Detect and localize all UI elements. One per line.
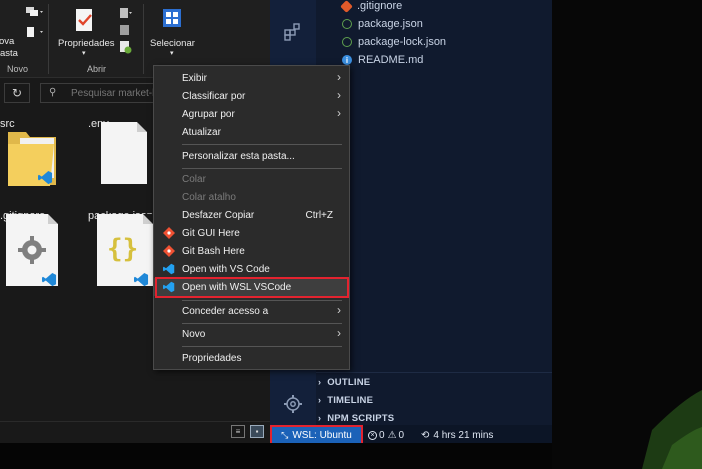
menu-separator xyxy=(182,144,342,145)
file-item-gitignore[interactable]: .gitignore xyxy=(0,210,80,305)
node-icon xyxy=(342,37,352,47)
problems-indicator[interactable]: × 0 ⚠ 0 xyxy=(368,425,404,445)
explorer-status-bar: ≡ ▪ xyxy=(0,421,270,443)
context-menu: Exibir › Classificar por › Agrupar por ›… xyxy=(153,65,350,370)
easy-access-icon[interactable] xyxy=(25,26,45,40)
desktop-background xyxy=(552,0,702,469)
menu-item-conceder-acesso[interactable]: Conceder acesso a › xyxy=(154,302,349,320)
warning-icon: ⚠ xyxy=(387,429,397,441)
tree-item-label: README.md xyxy=(358,54,424,66)
section-timeline[interactable]: › TIMELINE xyxy=(318,391,373,409)
git-icon xyxy=(163,227,175,239)
menu-item-open-vscode[interactable]: Open with VS Code xyxy=(154,260,349,278)
gear-icon xyxy=(18,236,46,264)
tree-item-label: .gitignore xyxy=(357,0,403,12)
tree-item-label: package.json xyxy=(358,18,423,30)
select-button-label[interactable]: Selecionar xyxy=(150,38,195,49)
document-icon xyxy=(101,122,147,184)
menu-item-agrupar-por[interactable]: Agrupar por › xyxy=(154,105,349,123)
remote-label: WSL: Ubuntu xyxy=(292,430,352,441)
remote-icon: ⤡ xyxy=(281,430,289,440)
vscode-icon xyxy=(163,263,175,275)
menu-separator xyxy=(182,323,342,324)
menu-item-git-bash[interactable]: Git Bash Here xyxy=(154,242,349,260)
time-label: 4 hrs 21 mins xyxy=(433,429,494,441)
menu-item-atualizar[interactable]: Atualizar xyxy=(154,123,349,141)
menu-item-git-gui[interactable]: Git GUI Here xyxy=(154,224,349,242)
chevron-down-icon[interactable]: ▾ xyxy=(82,49,86,57)
explorer-sidebar: .gitignore package.json package-lock.jso… xyxy=(316,0,552,425)
tree-item-readme[interactable]: i README.md xyxy=(342,51,423,69)
node-icon xyxy=(342,19,352,29)
menu-item-propriedades[interactable]: Propriedades xyxy=(154,349,349,367)
git-icon xyxy=(163,245,175,257)
search-icon: ⚲ xyxy=(49,87,57,98)
edit-icon[interactable] xyxy=(119,24,133,36)
properties-icon[interactable] xyxy=(74,8,96,34)
refresh-icon: ↻ xyxy=(11,86,23,100)
history-icon[interactable] xyxy=(119,40,133,54)
menu-separator xyxy=(182,346,342,347)
tree-item-package-lock-json[interactable]: package-lock.json xyxy=(342,33,446,51)
vscode-badge-icon xyxy=(38,170,53,185)
menu-item-classificar-por[interactable]: Classificar por › xyxy=(154,87,349,105)
select-icon[interactable] xyxy=(162,8,182,28)
shortcut-label: Ctrl+Z xyxy=(305,209,334,221)
tree-item-gitignore[interactable]: .gitignore xyxy=(340,0,403,15)
clock-icon: ⟲ xyxy=(421,429,430,441)
wallpaper-leaves xyxy=(642,390,702,469)
chevron-right-icon: › xyxy=(337,303,341,317)
menu-item-novo[interactable]: Novo › xyxy=(154,325,349,343)
braces-icon: {} xyxy=(107,234,139,264)
menu-item-exibir[interactable]: Exibir › xyxy=(154,69,349,87)
open-icon[interactable] xyxy=(119,7,133,19)
chevron-right-icon: › xyxy=(337,70,341,84)
menu-item-open-wsl-vscode[interactable]: Open with WSL VSCode xyxy=(154,278,349,296)
group-novo-label: Novo xyxy=(7,64,29,74)
section-outline[interactable]: › OUTLINE xyxy=(318,373,370,391)
warning-count: 0 xyxy=(398,429,405,441)
chevron-right-icon: › xyxy=(337,88,341,102)
menu-item-colar-atalho: Colar atalho xyxy=(182,191,236,203)
vscode-badge-icon xyxy=(42,272,57,287)
error-count: 0 xyxy=(379,429,385,441)
tree-item-label: package-lock.json xyxy=(358,36,447,48)
git-icon xyxy=(340,0,353,13)
new-item-icon[interactable] xyxy=(25,6,45,22)
vscode-icon xyxy=(163,281,175,293)
file-item-src[interactable]: src xyxy=(0,118,80,213)
menu-separator xyxy=(182,168,342,169)
chevron-right-icon: › xyxy=(337,326,341,340)
tree-item-package-json[interactable]: package.json xyxy=(342,15,423,33)
info-icon: i xyxy=(342,55,352,65)
menu-separator xyxy=(182,300,342,301)
taskbar-strip xyxy=(0,443,552,469)
folder-icon xyxy=(8,132,56,186)
nova-pasta-label-line1[interactable]: ova xyxy=(0,36,14,47)
time-tracker-indicator[interactable]: ⟲ 4 hrs 21 mins xyxy=(421,425,493,445)
details-view-icon[interactable]: ≡ xyxy=(231,425,245,438)
error-icon: × xyxy=(368,430,377,440)
chevron-down-icon[interactable]: ▾ xyxy=(170,49,174,57)
settings-gear-icon[interactable] xyxy=(283,394,303,414)
chevron-right-icon: › xyxy=(318,377,322,387)
menu-item-personalizar-pasta[interactable]: Personalizar esta pasta... xyxy=(154,147,349,165)
extensions-icon[interactable] xyxy=(283,22,303,42)
refresh-button[interactable]: ↻ xyxy=(4,83,30,103)
chevron-right-icon: › xyxy=(337,106,341,120)
properties-button-label[interactable]: Propriedades xyxy=(58,38,115,49)
menu-item-colar: Colar xyxy=(182,173,206,185)
nova-pasta-label-line2[interactable]: asta xyxy=(0,48,18,59)
menu-item-desfazer-copiar[interactable]: Desfazer Copiar Ctrl+Z xyxy=(154,206,349,224)
chevron-right-icon: › xyxy=(318,395,322,405)
group-abrir-label: Abrir xyxy=(87,64,107,74)
vscode-badge-icon xyxy=(134,272,149,287)
large-icons-view-icon[interactable]: ▪ xyxy=(250,425,264,438)
remote-indicator-button[interactable]: ⤡ WSL: Ubuntu xyxy=(270,425,363,446)
chevron-right-icon: › xyxy=(318,413,322,423)
